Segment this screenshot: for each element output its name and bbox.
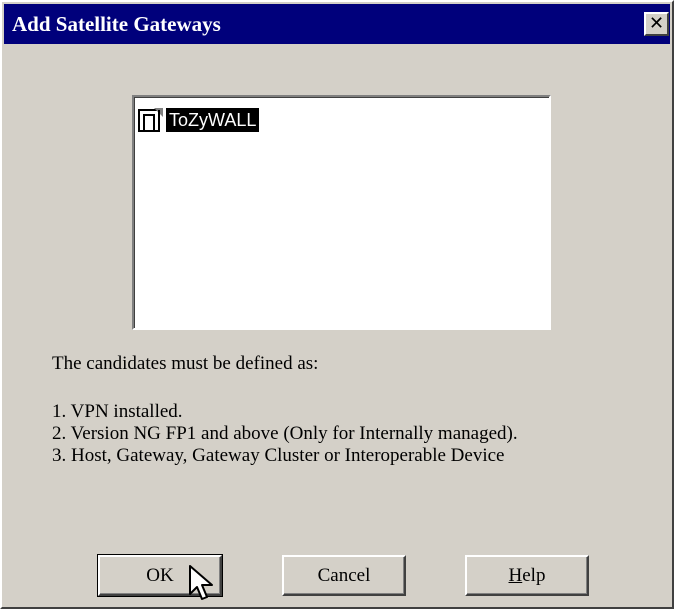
cancel-button[interactable]: Cancel	[282, 555, 406, 596]
close-button[interactable]: ✕	[644, 12, 669, 36]
window-title: Add Satellite Gateways	[12, 12, 221, 36]
title-bar[interactable]: Add Satellite Gateways ✕	[4, 4, 670, 44]
cancel-button-label: Cancel	[317, 564, 371, 586]
gateway-listbox[interactable]: ToZyWALL	[132, 95, 551, 330]
gateway-icon	[138, 108, 163, 132]
requirement-1: 1. VPN installed.	[52, 401, 183, 422]
help-button[interactable]: Help	[465, 555, 589, 596]
list-item-label: ToZyWALL	[166, 108, 260, 132]
requirement-3: 3. Host, Gateway, Gateway Cluster or Int…	[52, 445, 505, 466]
add-satellite-gateways-dialog: Add Satellite Gateways ✕ ToZyWALL The ca…	[0, 0, 674, 609]
mouse-pointer-icon	[189, 565, 213, 600]
requirement-2: 2. Version NG FP1 and above (Only for In…	[52, 423, 518, 444]
help-label-rest: elp	[522, 564, 546, 586]
ok-button-label: OK	[146, 564, 174, 586]
help-mnemonic: H	[508, 564, 523, 586]
candidates-heading: The candidates must be defined as:	[52, 353, 319, 374]
close-icon: ✕	[648, 13, 665, 34]
list-item[interactable]: ToZyWALL	[138, 107, 260, 133]
help-button-label: Help	[509, 565, 546, 587]
